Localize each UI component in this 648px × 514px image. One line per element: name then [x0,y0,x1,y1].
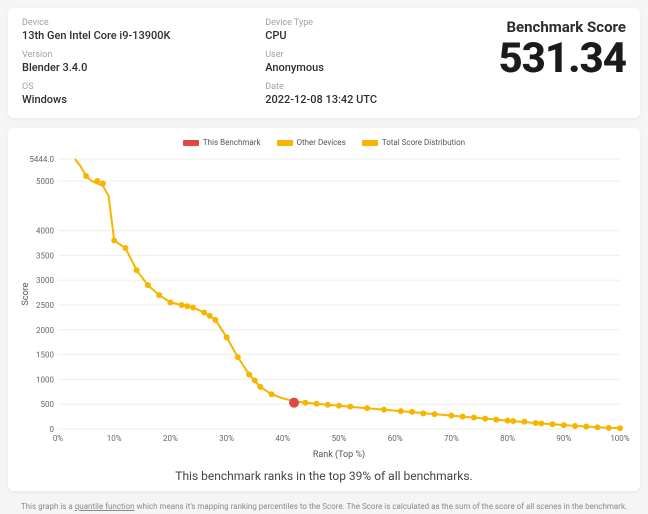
svg-text:0%: 0% [53,434,63,443]
svg-text:10%: 10% [107,434,122,443]
svg-text:0: 0 [50,425,55,434]
svg-text:90%: 90% [556,434,571,443]
svg-text:70%: 70% [444,434,459,443]
meta-device: Device 13th Gen Intel Core i9-13900K [22,18,245,42]
svg-text:5444.0: 5444.0 [29,155,54,164]
meta-device-type: Device Type CPU [265,18,488,42]
legend-other: Other Devices [277,138,346,147]
svg-text:30%: 30% [219,434,234,443]
svg-text:Score: Score [21,282,31,305]
meta-date: Date 2022-12-08 13:42 UTC [265,82,488,106]
svg-text:1000: 1000 [36,375,54,384]
quantile-link[interactable]: quantile function [75,502,135,511]
svg-text:3500: 3500 [36,251,54,260]
score-value: 531.34 [498,38,626,80]
header-card: Device 13th Gen Intel Core i9-13900K Dev… [8,8,640,118]
svg-text:50%: 50% [332,434,347,443]
svg-text:5000: 5000 [36,177,54,186]
footnote: This graph is a quantile function which … [8,501,640,512]
legend-dist: Total Score Distribution [362,138,465,147]
meta-grid: Device 13th Gen Intel Core i9-13900K Dev… [22,18,488,106]
svg-text:40%: 40% [275,434,290,443]
svg-text:4000: 4000 [36,227,54,236]
chart-card: This Benchmark Other Devices Total Score… [8,128,640,491]
svg-text:100%: 100% [610,434,629,443]
svg-text:80%: 80% [500,434,515,443]
svg-text:3000: 3000 [36,276,54,285]
svg-text:500: 500 [41,400,55,409]
rank-text: This benchmark ranks in the top 39% of a… [16,469,632,483]
svg-text:1500: 1500 [36,351,54,360]
chart-wrap: 0 500 1000 1500 2000 2500 3000 3500 4000 5000 5444… [16,151,632,461]
svg-text:60%: 60% [388,434,403,443]
score-block: Benchmark Score 531.34 [488,18,626,106]
meta-user: User Anonymous [265,50,488,74]
svg-text:2500: 2500 [36,301,54,310]
score-distribution-chart: 0 500 1000 1500 2000 2500 3000 3500 4000 5000 5444… [16,151,630,461]
svg-text:20%: 20% [163,434,178,443]
svg-text:2000: 2000 [36,326,54,335]
legend-this: This Benchmark [183,138,261,147]
chart-legend: This Benchmark Other Devices Total Score… [16,138,632,147]
svg-text:Rank (Top %): Rank (Top %) [313,449,365,460]
meta-os: OS Windows [22,82,245,106]
meta-version: Version Blender 3.4.0 [22,50,245,74]
